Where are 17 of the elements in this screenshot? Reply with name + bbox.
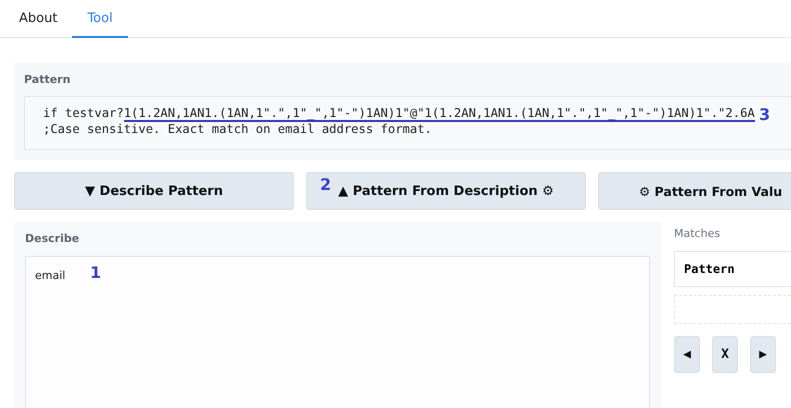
describe-field[interactable]: email 1	[25, 256, 650, 408]
nav-button[interactable]: X	[712, 336, 738, 373]
tab[interactable]: About	[4, 0, 72, 38]
action-button[interactable]: ▼ Describe Pattern	[14, 172, 294, 210]
tab[interactable]: Tool	[72, 0, 128, 38]
section-label: Matches	[674, 227, 722, 240]
nav-button[interactable]: ◀	[674, 336, 700, 373]
section-label: Describe	[25, 232, 80, 247]
section-label: Pattern	[24, 73, 72, 88]
action-button[interactable]: ⚙ Pattern From Valu	[598, 172, 791, 210]
callout-number: 3	[759, 105, 770, 124]
drop-field[interactable]	[674, 295, 791, 324]
nav-button[interactable]: ▶	[750, 336, 776, 373]
callout-number: 2	[320, 175, 332, 194]
callout-number: 1	[90, 263, 102, 282]
field-value: email	[35, 269, 66, 282]
pattern-field[interactable]: Pattern	[674, 251, 791, 287]
